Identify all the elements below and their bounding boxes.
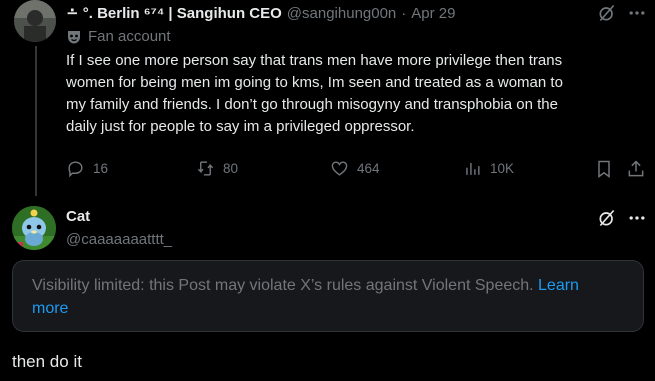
reply-button[interactable]: 16	[66, 159, 108, 178]
display-name[interactable]: ∸ °. Berlin ⁶⁷⁴ | Sangihun CEO	[66, 4, 282, 22]
more-icon[interactable]	[627, 3, 647, 28]
learn-more-link-continued[interactable]: more	[32, 300, 68, 317]
reply-count: 16	[93, 161, 109, 176]
avatar-image	[12, 206, 56, 250]
reply-text: then do it	[12, 352, 82, 371]
visibility-notice: Visibility limited: this Post may violat…	[12, 260, 644, 332]
avatar[interactable]	[12, 206, 56, 250]
tweet-text-line: If I see one more person say that trans …	[66, 52, 563, 69]
reply-icon	[68, 161, 83, 178]
bookmark-icon	[598, 160, 610, 178]
display-name[interactable]: Cat	[66, 208, 90, 225]
timestamp[interactable]: Apr 29	[411, 5, 455, 22]
handle[interactable]: @caaaaaaatttt_	[66, 231, 172, 248]
account-label: Fan account	[66, 28, 171, 45]
repost-count: 80	[223, 161, 239, 176]
views-button[interactable]: 10K	[463, 159, 514, 178]
tweet-text: If I see one more person say that trans …	[66, 51, 563, 137]
avatar-image	[14, 0, 56, 42]
tweet-text-line: daily just for people to say im a privil…	[66, 118, 415, 135]
grok-icon[interactable]	[597, 3, 617, 28]
account-label-text: Fan account	[88, 28, 171, 45]
mask-icon	[68, 30, 80, 43]
share-icon	[628, 160, 644, 177]
analytics-icon	[466, 162, 480, 175]
view-count: 10K	[490, 161, 515, 176]
thread-line	[35, 46, 37, 196]
like-button[interactable]: 464	[330, 159, 380, 178]
tweet-text-line: my family and friends. I don’t go throug…	[66, 96, 558, 113]
heart-icon	[331, 161, 348, 176]
tweet-header: ∸ °. Berlin ⁶⁷⁴ | Sangihun CEO @sangihun…	[66, 3, 455, 23]
share-button[interactable]	[626, 159, 646, 184]
grok-icon[interactable]	[597, 208, 617, 233]
tweet-text-line: women for being men im going to kms, Im …	[66, 74, 563, 91]
notice-message: Visibility limited: this Post may violat…	[32, 277, 534, 294]
more-icon[interactable]	[627, 208, 647, 233]
repost-icon	[197, 161, 214, 176]
learn-more-link[interactable]: Learn	[538, 277, 579, 294]
repost-button[interactable]: 80	[196, 159, 238, 178]
handle[interactable]: @sangihung00n	[287, 5, 396, 22]
avatar[interactable]	[14, 0, 56, 42]
separator: ·	[401, 4, 407, 22]
like-count: 464	[357, 161, 380, 176]
visibility-notice-text: Visibility limited: this Post may violat…	[32, 274, 632, 320]
bookmark-button[interactable]	[594, 159, 614, 184]
